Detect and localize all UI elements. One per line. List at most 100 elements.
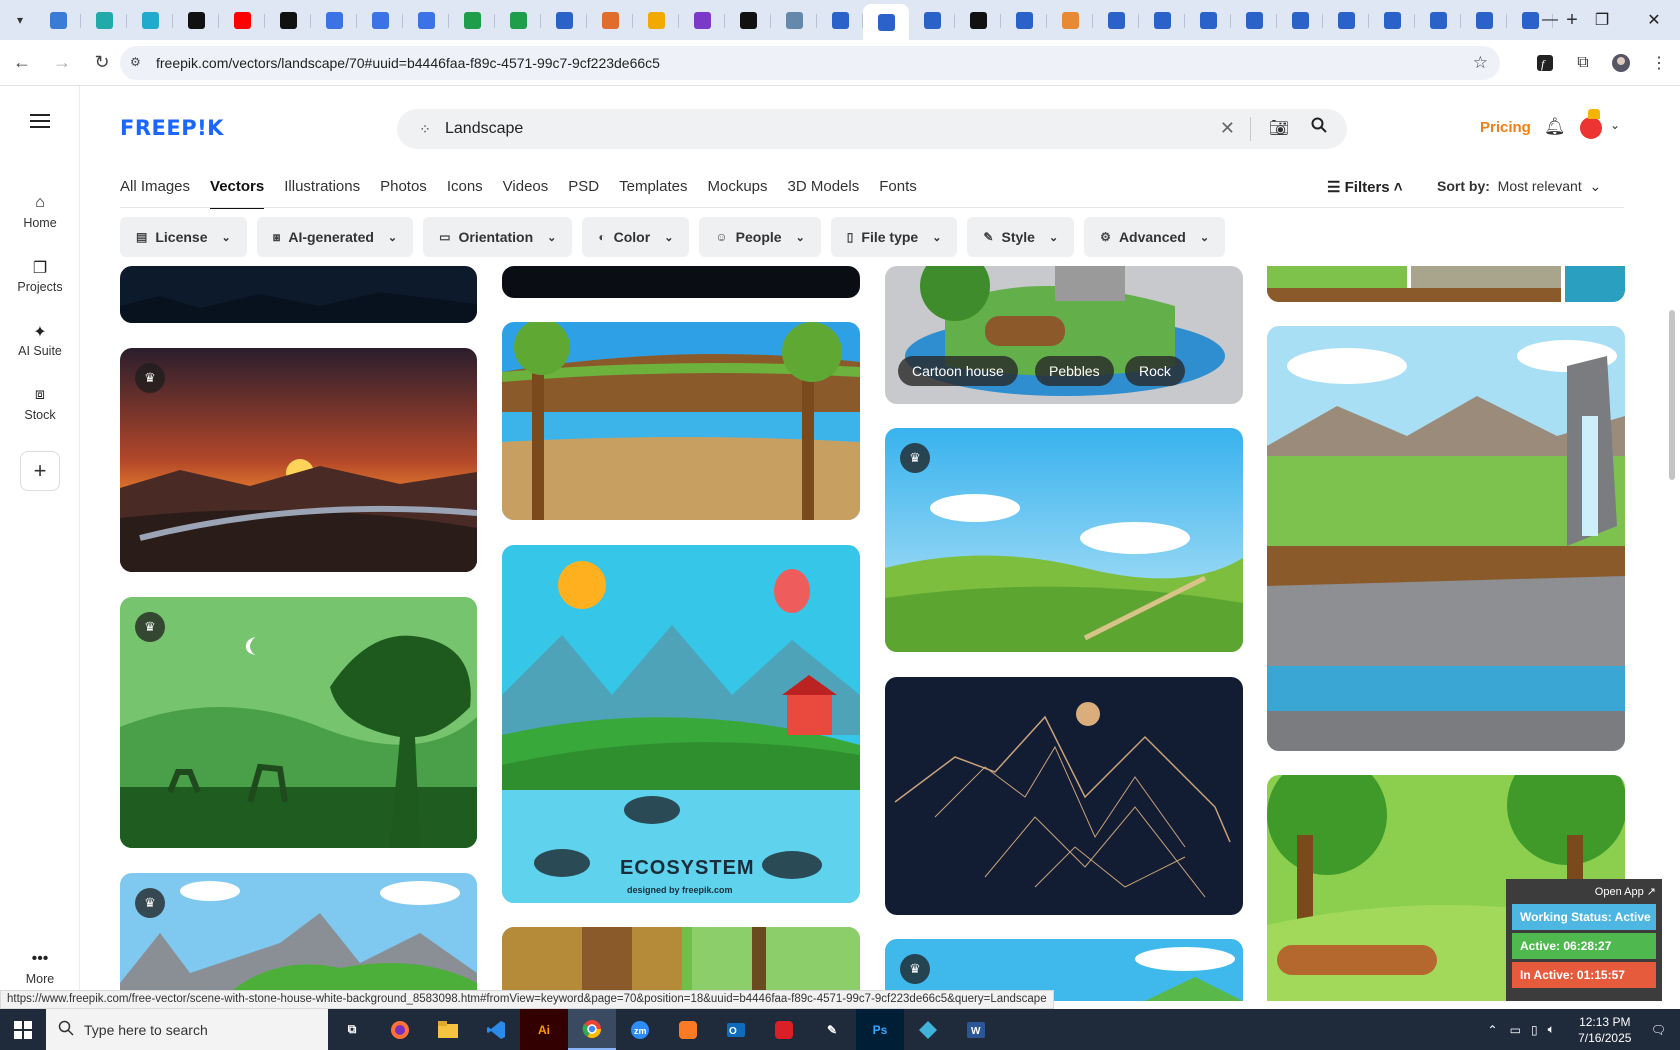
- tab-all-images[interactable]: All Images: [120, 178, 190, 209]
- zoom-icon[interactable]: zm: [616, 1009, 664, 1050]
- result-card[interactable]: [1267, 326, 1625, 751]
- tab-icons[interactable]: Icons: [447, 178, 483, 209]
- extension-icon[interactable]: f: [1530, 48, 1560, 78]
- notification-center-icon[interactable]: 🗨︎: [1651, 1023, 1666, 1037]
- tab-illustrations[interactable]: Illustrations: [284, 178, 360, 209]
- browser-tab[interactable]: [81, 4, 127, 36]
- rail-item-more[interactable]: ••• More: [0, 950, 80, 986]
- extensions-puzzle-icon[interactable]: ⧉: [1568, 48, 1598, 78]
- search-input[interactable]: [445, 120, 1205, 138]
- windows-start-icon[interactable]: [0, 1009, 46, 1050]
- browser-tab[interactable]: [679, 4, 725, 36]
- file-explorer-icon[interactable]: [424, 1009, 472, 1050]
- filter-chip-license[interactable]: ▤ License ⌄: [120, 217, 247, 257]
- tag-chip[interactable]: Pebbles: [1035, 356, 1114, 386]
- browser-tab[interactable]: [357, 4, 403, 36]
- browser-tab[interactable]: [403, 4, 449, 36]
- rail-item-stock[interactable]: ⧈ Stock: [0, 386, 80, 422]
- browser-tab[interactable]: [1185, 4, 1231, 36]
- chrome-icon[interactable]: [568, 1009, 616, 1050]
- page-scrollbar-thumb[interactable]: [1669, 310, 1675, 480]
- pricing-link[interactable]: Pricing: [1480, 119, 1531, 136]
- bookmark-star-icon[interactable]: ☆: [1473, 53, 1488, 73]
- result-card[interactable]: ♛: [120, 873, 477, 1001]
- browser-tab[interactable]: [1001, 4, 1047, 36]
- browser-tab[interactable]: [1369, 4, 1415, 36]
- close-window-button[interactable]: ✕: [1628, 0, 1680, 40]
- browser-tab[interactable]: [587, 4, 633, 36]
- browser-tab[interactable]: [495, 4, 541, 36]
- menu-icon[interactable]: [30, 114, 50, 128]
- taskbar-search[interactable]: Type here to search: [46, 1009, 328, 1050]
- tray-chevron-icon[interactable]: ⌃: [1488, 1023, 1498, 1037]
- search-icon[interactable]: [1311, 117, 1327, 138]
- user-avatar[interactable]: [1580, 109, 1602, 139]
- result-card[interactable]: [1267, 266, 1625, 302]
- filters-toggle[interactable]: ☰ Filters ˄: [1327, 178, 1403, 196]
- task-view-icon[interactable]: ⧉: [328, 1009, 376, 1050]
- freepik-logo[interactable]: FREEP!K: [120, 116, 224, 140]
- notifications-bell-icon[interactable]: 🔔︎: [1544, 117, 1566, 137]
- tab-vectors[interactable]: Vectors: [210, 178, 265, 209]
- result-card[interactable]: ♛: [120, 597, 477, 848]
- volume-icon[interactable]: 🔈︎: [1548, 1022, 1555, 1037]
- result-card[interactable]: ECOSYSTEM designed by freepik.com: [502, 545, 860, 903]
- back-button[interactable]: ←: [4, 45, 40, 81]
- browser-tab[interactable]: [725, 4, 771, 36]
- filter-chip-orientation[interactable]: ▭ Orientation ⌄: [423, 217, 573, 257]
- app-icon[interactable]: [904, 1009, 952, 1050]
- browser-tab[interactable]: [1461, 4, 1507, 36]
- rail-item-ai-suite[interactable]: ✦ AI Suite: [0, 322, 80, 358]
- battery-icon[interactable]: ▯: [1531, 1023, 1538, 1037]
- result-card[interactable]: Cartoon house Pebbles Rock: [885, 266, 1243, 404]
- sort-dropdown[interactable]: Sort by: Most relevant ⌄: [1437, 178, 1601, 195]
- browser-tab[interactable]: [1277, 4, 1323, 36]
- result-card[interactable]: [885, 677, 1243, 915]
- filter-chip-people[interactable]: ☺ People ⌄: [699, 217, 821, 257]
- browser-tab[interactable]: [541, 4, 587, 36]
- browser-tab[interactable]: [1415, 4, 1461, 36]
- browser-tab[interactable]: [909, 4, 955, 36]
- profile-avatar-icon[interactable]: [1606, 48, 1636, 78]
- taskbar-clock[interactable]: 12:13 PM 7/16/2025: [1565, 1014, 1645, 1046]
- firefox-icon[interactable]: [376, 1009, 424, 1050]
- outlook-icon[interactable]: O: [712, 1009, 760, 1050]
- tag-chip[interactable]: Rock: [1125, 356, 1185, 386]
- browser-tab[interactable]: [817, 4, 863, 36]
- pen-tool-icon[interactable]: ✎: [808, 1009, 856, 1050]
- add-button[interactable]: +: [20, 451, 60, 491]
- filter-chip-color[interactable]: ◐ Color ⌄: [582, 217, 690, 257]
- tab-photos[interactable]: Photos: [380, 178, 427, 209]
- filter-chip-style[interactable]: ✎ Style ⌄: [967, 217, 1075, 257]
- browser-tab[interactable]: [771, 4, 817, 36]
- result-card[interactable]: ♛: [885, 428, 1243, 652]
- xampp-icon[interactable]: [664, 1009, 712, 1050]
- forward-button[interactable]: →: [44, 45, 80, 81]
- open-app-link[interactable]: Open App ↗: [1512, 885, 1656, 898]
- browser-tab[interactable]: [449, 4, 495, 36]
- url-text[interactable]: freepik.com/vectors/landscape/70#uuid=b4…: [156, 55, 660, 71]
- tab-3d-models[interactable]: 3D Models: [788, 178, 860, 209]
- browser-tab[interactable]: [1047, 4, 1093, 36]
- browser-tab[interactable]: [1093, 4, 1139, 36]
- search-mode-icon[interactable]: ⁘: [405, 121, 445, 138]
- tab-videos[interactable]: Videos: [503, 178, 549, 209]
- filter-chip-file-type[interactable]: ▯ File type ⌄: [830, 217, 958, 257]
- network-icon[interactable]: ▭: [1510, 1023, 1521, 1037]
- browser-tab[interactable]: [863, 4, 909, 40]
- browser-tab[interactable]: [955, 4, 1001, 36]
- browser-tab[interactable]: [265, 4, 311, 36]
- filter-chip-ai-generated[interactable]: ⧆ AI-generated ⌄: [256, 217, 414, 257]
- filter-chip-advanced[interactable]: ⚙ Advanced ⌄: [1084, 217, 1226, 257]
- camera-search-icon[interactable]: 📷︎: [1269, 118, 1289, 138]
- browser-tab[interactable]: [173, 4, 219, 36]
- tab-fonts[interactable]: Fonts: [879, 178, 917, 209]
- minimize-button[interactable]: —: [1524, 0, 1576, 40]
- chevron-down-icon[interactable]: ⌄: [1610, 118, 1620, 132]
- restore-button[interactable]: ❐: [1576, 0, 1628, 40]
- browser-tab[interactable]: [127, 4, 173, 36]
- chrome-menu-icon[interactable]: ⋮: [1644, 48, 1674, 78]
- creative-cloud-icon[interactable]: [760, 1009, 808, 1050]
- browser-tab[interactable]: [35, 4, 81, 36]
- tab-mockups[interactable]: Mockups: [707, 178, 767, 209]
